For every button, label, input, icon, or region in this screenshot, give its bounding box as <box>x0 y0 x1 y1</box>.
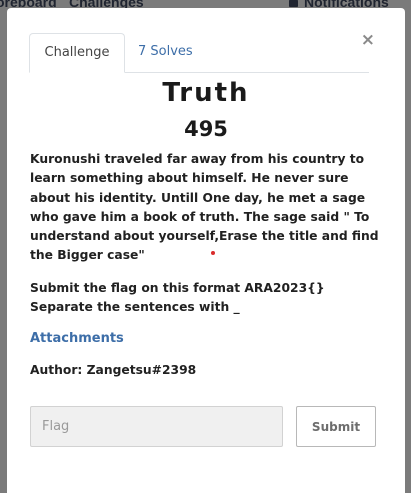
cursor-dot <box>211 251 215 255</box>
flag-input[interactable] <box>30 406 283 447</box>
tab-solves[interactable]: 7 Solves <box>126 33 205 73</box>
challenge-modal: × Challenge 7 Solves Truth 495 Kuronushi… <box>7 8 405 493</box>
tab-challenge[interactable]: Challenge <box>29 33 125 73</box>
challenge-points: 495 <box>184 117 228 141</box>
bell-icon[interactable] <box>289 0 298 7</box>
author-label: Author: Zangetsu#2398 <box>30 363 197 377</box>
attachments-link[interactable]: Attachments <box>30 331 124 346</box>
challenge-description: Kuronushi traveled far away from his cou… <box>30 152 379 263</box>
submit-button[interactable]: Submit <box>296 406 376 447</box>
challenge-title: Truth <box>162 78 250 108</box>
flag-format-instruction: Submit the flag on this format ARA2023{}… <box>30 281 325 315</box>
challenge-tabs: Challenge 7 Solves <box>29 33 369 73</box>
